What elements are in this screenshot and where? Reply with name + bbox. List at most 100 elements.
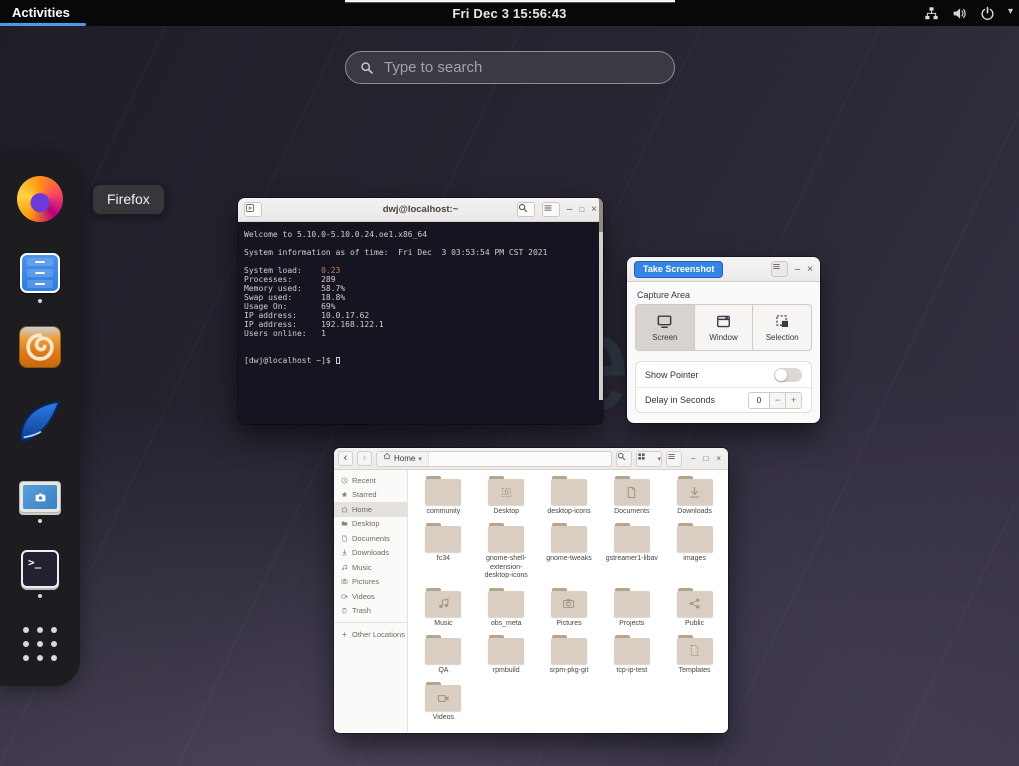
screenshot-close-button[interactable]: ×	[807, 264, 813, 275]
screenshot-titlebar[interactable]: Take Screenshot – ×	[627, 257, 820, 282]
files-content[interactable]: communityDesktopdesktop-iconsDocumentsDo…	[408, 470, 728, 732]
terminal-output[interactable]: Welcome to 5.10.0-5.10.0.24.oe1.x86_64 S…	[238, 222, 603, 424]
capture-window-button[interactable]: Window	[695, 305, 754, 350]
sidebar-item-desktop[interactable]: Desktop	[334, 517, 407, 532]
dock-item-software[interactable]	[0, 326, 80, 368]
video-icon	[341, 593, 348, 600]
screenshot-minimize-button[interactable]: –	[795, 264, 801, 275]
delay-increment-button[interactable]: +	[785, 393, 801, 408]
folder-desktop[interactable]: Desktop	[475, 476, 538, 516]
volume-icon[interactable]	[952, 6, 967, 21]
terminal-minimize-button[interactable]: –	[567, 204, 573, 215]
screenshot-menu-button[interactable]	[771, 261, 788, 277]
chevron-down-icon[interactable]: ▾	[1008, 6, 1013, 21]
sidebar-item-downloads[interactable]: Downloads	[334, 546, 407, 561]
capture-screen-button[interactable]: Screen	[636, 305, 695, 350]
files-search-button[interactable]	[616, 451, 632, 467]
terminal-search-button[interactable]	[517, 202, 535, 217]
screen	[23, 485, 57, 509]
search-bar[interactable]	[345, 51, 675, 84]
folder-images[interactable]: images	[663, 523, 726, 580]
back-button[interactable]: ‹	[338, 451, 353, 466]
files-maximize-button[interactable]: □	[703, 454, 708, 463]
sidebar-item-starred[interactable]: Starred	[334, 488, 407, 503]
files-minimize-button[interactable]: –	[691, 454, 695, 463]
search-input[interactable]	[384, 59, 660, 76]
folder-rpmbuild[interactable]: rpmbuild	[475, 635, 538, 675]
take-screenshot-button[interactable]: Take Screenshot	[634, 261, 723, 278]
dock-item-screenshot[interactable]	[0, 481, 80, 523]
folder-community[interactable]: community	[412, 476, 475, 516]
dock-item-wireshark[interactable]	[0, 398, 80, 444]
terminal-maximize-button[interactable]: □	[579, 205, 584, 214]
folder-projects[interactable]: Projects	[600, 588, 663, 628]
capture-selection-button[interactable]: Selection	[753, 305, 811, 350]
folder-icon	[551, 523, 587, 553]
view-toggle-button[interactable]: ▾	[636, 451, 662, 467]
sidebar-item-videos[interactable]: Videos	[334, 589, 407, 604]
folder-icon	[425, 635, 461, 665]
terminal-window[interactable]: dwj@localhost:~ – □ × Welcome to 5.10.0-…	[238, 198, 603, 424]
download-icon	[341, 549, 348, 556]
sidebar-item-label: Desktop	[352, 519, 380, 528]
power-icon[interactable]	[980, 6, 995, 21]
folder-templates[interactable]: Templates	[663, 635, 726, 675]
forward-button[interactable]: ›	[357, 451, 372, 466]
folder-gstreamer1-libav[interactable]: gstreamer1-libav	[600, 523, 663, 580]
dock-item-files[interactable]	[0, 253, 80, 303]
dock-item-firefox[interactable]	[0, 176, 80, 222]
dock-item-app-grid[interactable]	[0, 623, 80, 665]
files-headerbar[interactable]: ‹ › Home ▾ ▾ – □ ×	[334, 448, 728, 470]
terminal-close-button[interactable]: ×	[591, 204, 597, 215]
network-icon[interactable]	[924, 6, 939, 21]
folder-documents[interactable]: Documents	[600, 476, 663, 516]
home-icon	[383, 452, 391, 466]
folder-fc34[interactable]: fc34	[412, 523, 475, 580]
folder-downloads[interactable]: Downloads	[663, 476, 726, 516]
clock[interactable]: Fri Dec 3 15:56:43	[0, 6, 1019, 21]
system-tray[interactable]: ▾	[924, 0, 1013, 26]
folder-icon	[488, 476, 524, 506]
folder-pictures[interactable]: Pictures	[538, 588, 601, 628]
sidebar-item-pictures[interactable]: Pictures	[334, 575, 407, 590]
folder-srpm-pkg-git[interactable]: srpm-pkg-git	[538, 635, 601, 675]
folder-desktop-icons[interactable]: desktop-icons	[538, 476, 601, 516]
terminal-menu-button[interactable]	[542, 202, 560, 217]
folder-obs-meta[interactable]: obs_meta	[475, 588, 538, 628]
dock-item-terminal[interactable]: >_	[0, 550, 80, 598]
take-screenshot-dialog[interactable]: Take Screenshot – × Capture Area ScreenW…	[627, 257, 820, 423]
folder-gnome-shell-extension-desktop-icons[interactable]: gnome-shell-extension-desktop-icons	[475, 523, 538, 580]
folder-videos[interactable]: Videos	[412, 682, 475, 722]
sidebar-item-recent[interactable]: Recent	[334, 473, 407, 488]
show-applications-icon	[19, 623, 61, 665]
files-close-button[interactable]: ×	[716, 454, 721, 463]
sidebar-item-trash[interactable]: Trash	[334, 604, 407, 619]
sidebar-item-other-locations[interactable]: Other Locations	[334, 627, 407, 642]
folder-public[interactable]: Public	[663, 588, 726, 628]
delay-value[interactable]: 0	[749, 393, 769, 408]
path-bar[interactable]: Home ▾	[376, 451, 612, 467]
sidebar-item-music[interactable]: Music	[334, 560, 407, 575]
music-emblem-icon	[437, 597, 450, 610]
files-window[interactable]: ‹ › Home ▾ ▾ – □ × RecentStarredHome Desk…	[334, 448, 728, 733]
terminal-scrollbar[interactable]	[599, 198, 603, 400]
show-pointer-toggle[interactable]	[774, 368, 802, 382]
folder-label: QA	[438, 667, 448, 675]
folder-tcp-ip-test[interactable]: tcp-ip-test	[600, 635, 663, 675]
path-segment-home[interactable]: Home ▾	[377, 452, 429, 466]
folder-qa[interactable]: QA	[412, 635, 475, 675]
wireshark-icon	[17, 398, 63, 444]
desktop-emblem-icon	[500, 486, 513, 499]
folder-gnome-tweaks[interactable]: gnome-tweaks	[538, 523, 601, 580]
show-pointer-label: Show Pointer	[645, 370, 699, 380]
screenshot-tool-icon	[19, 481, 61, 513]
delay-decrement-button[interactable]: −	[769, 393, 785, 408]
sidebar-item-home[interactable]: Home	[334, 502, 407, 517]
sidebar-item-documents[interactable]: Documents	[334, 531, 407, 546]
terminal-titlebar[interactable]: dwj@localhost:~ – □ ×	[238, 198, 603, 222]
new-tab-button[interactable]	[244, 202, 262, 217]
drawer-line	[27, 258, 53, 266]
folder-music[interactable]: Music	[412, 588, 475, 628]
files-menu-button[interactable]	[666, 451, 682, 467]
delay-label: Delay in Seconds	[645, 395, 715, 405]
